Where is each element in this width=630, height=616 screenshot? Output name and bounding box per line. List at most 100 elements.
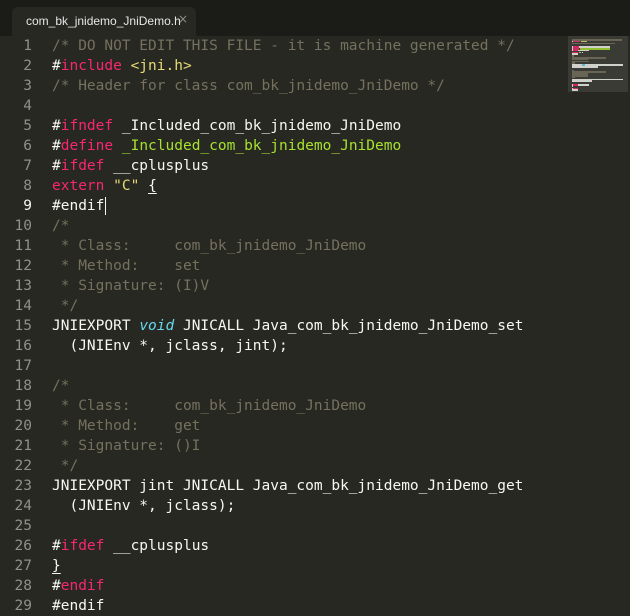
code-token: JNIEXPORT <box>52 318 140 334</box>
code-line[interactable]: JNIEXPORT jint JNICALL Java_com_bk_jnide… <box>52 476 523 496</box>
line-number: 28 <box>14 578 32 594</box>
code-token: * Method: set <box>52 258 201 274</box>
line-number: 14 <box>14 298 32 314</box>
code-token: * Class: com_bk_jnidemo_JniDemo <box>52 398 367 414</box>
code-line[interactable]: * Class: com_bk_jnidemo_JniDemo <box>52 396 367 416</box>
line-number: 3 <box>23 78 32 94</box>
code-line[interactable]: /* <box>52 216 69 236</box>
line-number: 24 <box>14 498 32 514</box>
code-editor[interactable]: 1 2 3 4 5 6 7 8 9 10 11 12 13 14 15 16 17 18 19 20 21 22 23 24 2… <box>0 36 630 616</box>
code-token: JNIEXPORT jint JNICALL Java_com_bk_jnide… <box>52 478 524 494</box>
line-number: 6 <box>23 138 32 154</box>
code-line[interactable]: * Method: set <box>52 256 201 276</box>
code-token: (JNIEnv *, jclass); <box>52 498 236 514</box>
minimap-line <box>577 84 590 86</box>
minimap-line <box>578 51 582 54</box>
code-token: */ <box>52 458 79 474</box>
code-token: # <box>52 118 61 134</box>
code-token: * Signature: ()I <box>52 438 201 454</box>
code-line[interactable]: JNIEXPORT void JNICALL Java_com_bk_jnide… <box>52 316 523 336</box>
code-token: (JNIEnv *, jclass, jint); <box>52 338 288 354</box>
line-number: 19 <box>14 398 32 414</box>
minimap-line <box>572 42 615 45</box>
line-number: 25 <box>14 518 32 534</box>
line-number: 17 <box>14 358 32 374</box>
code-line[interactable]: /* <box>52 376 69 396</box>
minimap[interactable] <box>568 36 630 94</box>
line-number: 27 <box>14 558 32 574</box>
code-line[interactable]: */ <box>52 456 78 476</box>
line-number: 15 <box>14 318 32 334</box>
line-number: 21 <box>14 438 32 454</box>
code-line[interactable]: (JNIEnv *, jclass, jint); <box>52 336 288 356</box>
line-number: 18 <box>14 378 32 394</box>
code-line[interactable]: /* Header for class com_bk_jnidemo_JniDe… <box>52 76 445 96</box>
line-number: 5 <box>23 118 32 134</box>
code-token: "C" <box>113 178 140 194</box>
code-line[interactable]: * Method: get <box>52 416 201 436</box>
code-area[interactable]: /* DO NOT EDIT THIS FILE - it is machine… <box>52 36 562 616</box>
line-number-gutter: 1 2 3 4 5 6 7 8 9 10 11 12 13 14 15 16 17 18 19 20 21 22 23 24 2… <box>0 36 42 616</box>
minimap-line <box>582 51 584 54</box>
code-line[interactable]: (JNIEnv *, jclass); <box>52 496 235 516</box>
line-number: 22 <box>14 458 32 474</box>
code-token: <jni.h> <box>130 58 192 74</box>
code-token: * Signature: (I)V <box>52 278 210 294</box>
code-token: void <box>139 318 175 334</box>
line-number: 23 <box>14 478 32 494</box>
code-token: _Included_com_bk_jnidemo_JniDemo <box>113 118 402 134</box>
code-token: extern <box>52 178 105 194</box>
code-token: ifndef <box>60 118 114 134</box>
code-line[interactable]: #define _Included_com_bk_jnidemo_JniDemo <box>52 136 401 156</box>
code-line[interactable]: #include <jni.h> <box>52 56 192 76</box>
line-number: 12 <box>14 258 32 274</box>
tab-bar: com_bk_jnidemo_JniDemo.h × <box>0 0 630 36</box>
code-token: include <box>60 58 122 74</box>
code-line[interactable]: * Class: com_bk_jnidemo_JniDemo <box>52 236 367 256</box>
line-number: 26 <box>14 538 32 554</box>
code-line[interactable]: * Signature: (I)V <box>52 276 209 296</box>
code-token: __cplusplus <box>104 538 210 554</box>
code-line[interactable]: */ <box>52 296 78 316</box>
code-line[interactable]: #ifdef __cplusplus <box>52 536 209 556</box>
code-line[interactable]: } <box>52 556 61 576</box>
code-line[interactable]: #endif <box>52 196 104 216</box>
line-number: 13 <box>14 278 32 294</box>
code-line[interactable]: #ifndef _Included_com_bk_jnidemo_JniDemo <box>52 116 401 136</box>
line-number: 9 <box>23 198 32 214</box>
line-number: 1 <box>23 38 32 54</box>
code-token: * Class: com_bk_jnidemo_JniDemo <box>52 238 367 254</box>
code-line[interactable]: extern "C" { <box>52 176 157 196</box>
code-token: # <box>52 538 61 554</box>
minimap-line <box>572 89 578 91</box>
line-number: 29 <box>14 598 32 614</box>
line-number: 8 <box>23 178 32 194</box>
code-token: } <box>52 558 61 574</box>
code-line[interactable]: #endif <box>52 576 104 596</box>
code-line[interactable]: #ifdef __cplusplus <box>52 156 209 176</box>
line-number: 4 <box>23 98 32 114</box>
code-line[interactable]: #endif <box>52 596 104 616</box>
code-token: _Included_com_bk_jnidemo_JniDemo <box>121 138 402 154</box>
code-line[interactable]: /* DO NOT EDIT THIS FILE - it is machine… <box>52 36 515 56</box>
line-number: 11 <box>14 238 32 254</box>
file-tab[interactable]: com_bk_jnidemo_JniDemo.h × <box>12 7 196 36</box>
line-number: 7 <box>23 158 32 174</box>
code-line[interactable]: * Signature: ()I <box>52 436 201 456</box>
close-icon[interactable]: × <box>178 12 188 26</box>
code-token: { <box>148 178 157 194</box>
code-token: __cplusplus <box>104 158 210 174</box>
file-tab-title[interactable]: com_bk_jnidemo_JniDemo.h <box>26 14 181 28</box>
code-token: ifdef <box>60 538 105 554</box>
code-token: # <box>52 138 61 154</box>
code-token: #endif <box>52 198 105 214</box>
code-token: ifdef <box>60 158 105 174</box>
line-number: 2 <box>23 58 32 74</box>
line-number: 16 <box>14 338 32 354</box>
code-token: /* Header for class com_bk_jnidemo_JniDe… <box>52 78 445 94</box>
line-number: 20 <box>14 418 32 434</box>
